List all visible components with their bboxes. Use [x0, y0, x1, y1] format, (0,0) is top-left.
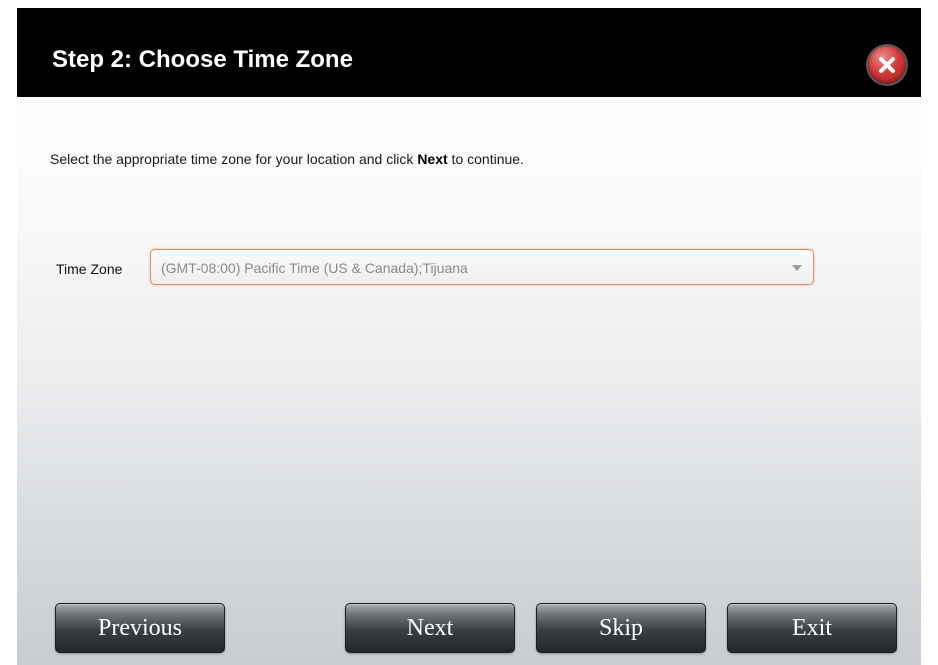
next-button[interactable]: Next	[345, 603, 515, 653]
instruction-text: Select the appropriate time zone for you…	[50, 151, 524, 167]
close-button[interactable]	[868, 46, 906, 84]
dialog-header: Step 2: Choose Time Zone	[17, 8, 921, 97]
exit-button[interactable]: Exit	[727, 603, 897, 653]
time-zone-selected-value: (GMT-08:00) Pacific Time (US & Canada);T…	[161, 260, 468, 276]
instruction-bold-next: Next	[417, 151, 448, 167]
chevron-down-icon	[792, 265, 802, 271]
dialog-title: Step 2: Choose Time Zone	[52, 46, 353, 73]
setup-wizard-dialog: Step 2: Choose Time Zone Select the appr…	[17, 8, 921, 665]
time-zone-select[interactable]: (GMT-08:00) Pacific Time (US & Canada);T…	[150, 249, 814, 285]
skip-button[interactable]: Skip	[536, 603, 706, 653]
close-icon	[879, 57, 895, 73]
previous-button[interactable]: Previous	[55, 603, 225, 653]
time-zone-label: Time Zone	[56, 261, 123, 277]
